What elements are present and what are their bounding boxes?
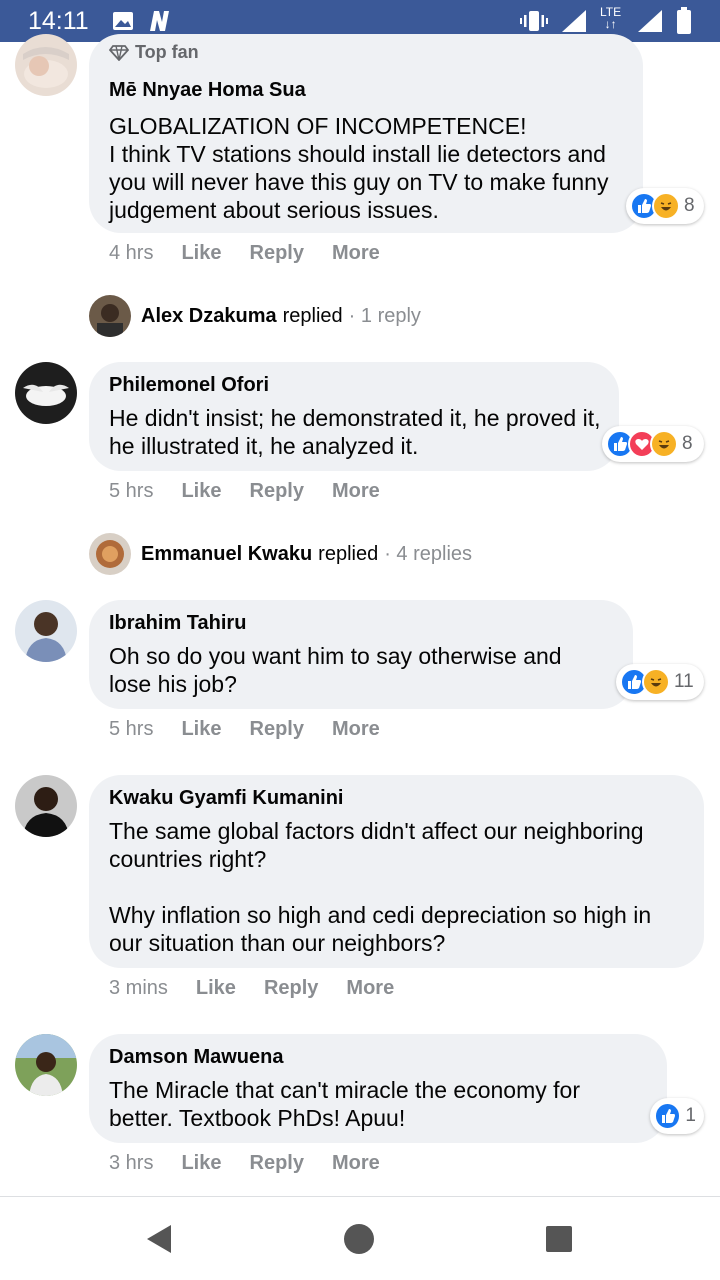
n-app-icon	[150, 11, 169, 31]
reply-button[interactable]: Reply	[250, 242, 304, 265]
comment-text: Oh so do you want him to say otherwise a…	[109, 643, 562, 697]
reaction-summary[interactable]: 1	[650, 1098, 704, 1134]
home-icon[interactable]	[343, 1223, 375, 1255]
comment-time: 5 hrs	[109, 480, 154, 502]
reaction-count: 8	[682, 433, 693, 454]
haha-reaction-icon	[652, 192, 680, 220]
avatar[interactable]	[15, 600, 77, 662]
comment-author[interactable]: Damson Mawuena	[109, 1046, 283, 1069]
comment-actions: 5 hrs Like Reply More	[109, 718, 380, 741]
back-icon[interactable]	[145, 1223, 175, 1255]
comment-text: The Miracle that can't miracle the econo…	[109, 1077, 580, 1131]
reply-button[interactable]: Reply	[250, 1152, 304, 1175]
comment-actions: 4 hrs Like Reply More	[109, 242, 380, 265]
reply-author: Alex Dzakuma	[141, 304, 277, 327]
more-button[interactable]: More	[332, 480, 380, 503]
like-button[interactable]: Like	[181, 718, 221, 741]
comment-bubble[interactable]: Ibrahim Tahiru Oh so do you want him to …	[89, 600, 633, 709]
signal-icon-2	[638, 10, 662, 32]
top-fan-label: Top fan	[135, 42, 199, 62]
haha-reaction-icon	[650, 430, 678, 458]
reply-count: · 4 replies	[384, 542, 473, 565]
avatar[interactable]	[15, 775, 77, 837]
comment-author[interactable]: Mē Nnyae Homa Sua	[109, 79, 306, 102]
reaction-summary[interactable]: 11	[616, 664, 704, 700]
comment-author[interactable]: Philemonel Ofori	[109, 374, 269, 397]
comment-author[interactable]: Ibrahim Tahiru	[109, 612, 246, 635]
comment-bubble[interactable]: Damson Mawuena The Miracle that can't mi…	[89, 1034, 667, 1143]
comment-time: 5 hrs	[109, 718, 154, 740]
reply-author: Emmanuel Kwaku	[141, 542, 313, 565]
like-button[interactable]: Like	[181, 1152, 221, 1175]
reply-verb: replied	[318, 542, 379, 565]
avatar[interactable]	[15, 1034, 77, 1096]
reply-avatar	[89, 533, 131, 575]
top-fan-badge: Top fan	[109, 42, 199, 63]
reaction-count: 1	[685, 1105, 696, 1126]
comment-actions: 3 hrs Like Reply More	[109, 1152, 380, 1175]
reply-button[interactable]: Reply	[250, 480, 304, 503]
reaction-count: 8	[684, 195, 695, 216]
lte-label: LTE	[600, 5, 622, 19]
reaction-summary[interactable]: 8	[602, 426, 704, 462]
comment-text: The same global factors didn't affect ou…	[109, 818, 652, 956]
view-replies-link[interactable]: Alex Dzakuma replied · 1 reply	[89, 295, 421, 337]
haha-reaction-icon	[642, 668, 670, 696]
like-reaction-icon	[654, 1102, 682, 1130]
comment-bubble[interactable]: Kwaku Gyamfi Kumanini The same global fa…	[89, 775, 704, 968]
comment-bubble[interactable]: Philemonel Ofori He didn't insist; he de…	[89, 362, 619, 471]
more-button[interactable]: More	[332, 242, 380, 265]
reply-count: · 1 reply	[348, 304, 421, 327]
recents-icon[interactable]	[545, 1225, 573, 1253]
like-button[interactable]: Like	[181, 242, 221, 265]
comment-author[interactable]: Kwaku Gyamfi Kumanini	[109, 787, 344, 810]
comment-time: 4 hrs	[109, 242, 154, 264]
comment-bubble[interactable]: Top fan Mē Nnyae Homa Sua GLOBALIZATION …	[89, 34, 643, 233]
vibrate-icon	[520, 11, 548, 31]
reply-avatar	[89, 295, 131, 337]
diamond-icon	[109, 44, 129, 61]
avatar[interactable]	[15, 34, 77, 96]
like-button[interactable]: Like	[181, 480, 221, 503]
comment-time: 3 mins	[109, 977, 168, 999]
lte-icon: LTE ↓↑	[600, 5, 622, 31]
battery-icon	[677, 7, 691, 34]
more-button[interactable]: More	[346, 977, 394, 1000]
reaction-count: 11	[674, 671, 694, 692]
like-button[interactable]: Like	[196, 977, 236, 1000]
reply-button[interactable]: Reply	[264, 977, 318, 1000]
comment-actions: 3 mins Like Reply More	[109, 977, 394, 1000]
more-button[interactable]: More	[332, 1152, 380, 1175]
comment-time: 3 hrs	[109, 1152, 154, 1174]
comment-actions: 5 hrs Like Reply More	[109, 480, 380, 503]
comment-text: GLOBALIZATION OF INCOMPETENCE! I think T…	[109, 113, 609, 223]
comment-text: He didn't insist; he demonstrated it, he…	[109, 405, 601, 459]
gallery-icon	[113, 12, 133, 30]
avatar[interactable]	[15, 362, 77, 424]
reaction-summary[interactable]: 8	[626, 188, 704, 224]
status-time: 14:11	[28, 7, 89, 35]
reply-button[interactable]: Reply	[250, 718, 304, 741]
more-button[interactable]: More	[332, 718, 380, 741]
signal-icon	[562, 10, 586, 32]
system-navigation-bar	[0, 1196, 720, 1280]
view-replies-link[interactable]: Emmanuel Kwaku replied · 4 replies	[89, 533, 472, 575]
reply-verb: replied	[282, 304, 343, 327]
